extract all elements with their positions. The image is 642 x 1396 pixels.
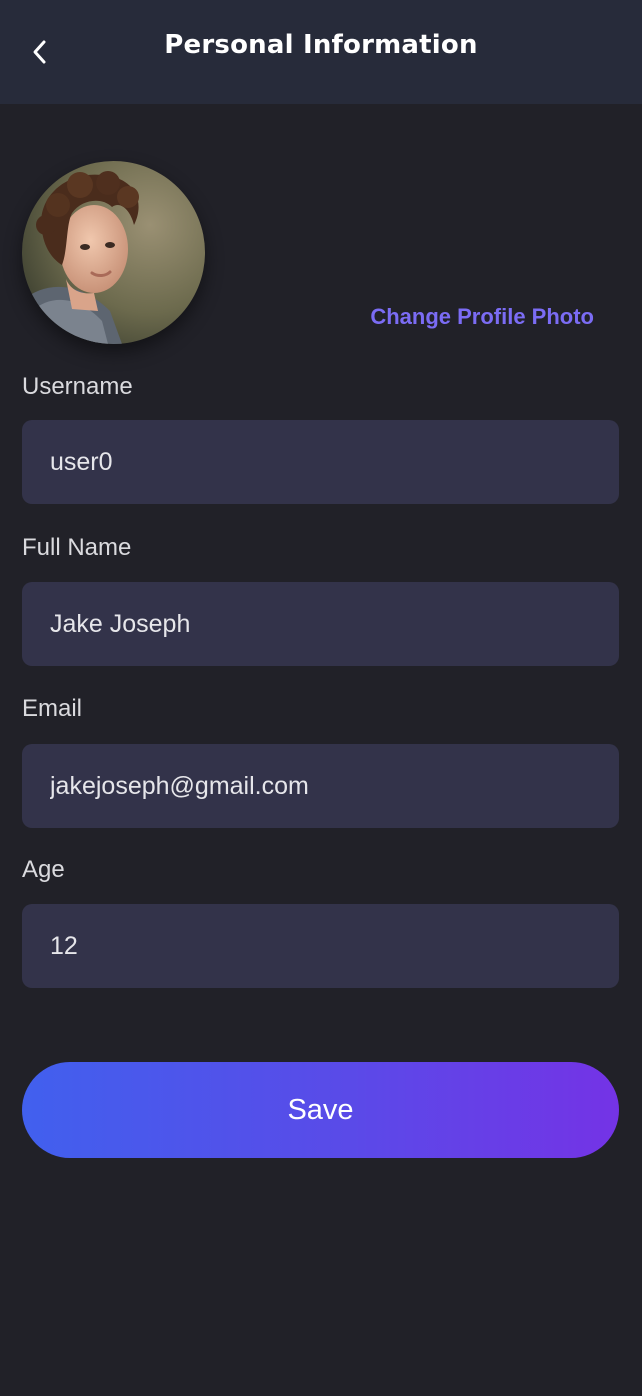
app-header: Personal Information [0,0,642,104]
username-input[interactable] [22,420,619,504]
page-title: Personal Information [164,30,478,60]
full-name-label: Full Name [22,534,132,561]
full-name-input[interactable] [22,582,619,666]
avatar[interactable] [22,161,205,344]
age-input[interactable] [22,904,619,988]
save-button[interactable]: Save [22,1062,619,1158]
change-profile-photo-link[interactable]: Change Profile Photo [370,304,594,330]
email-label: Email [22,695,83,722]
username-label: Username [22,373,133,400]
age-label: Age [22,856,65,883]
email-input[interactable] [22,744,619,828]
